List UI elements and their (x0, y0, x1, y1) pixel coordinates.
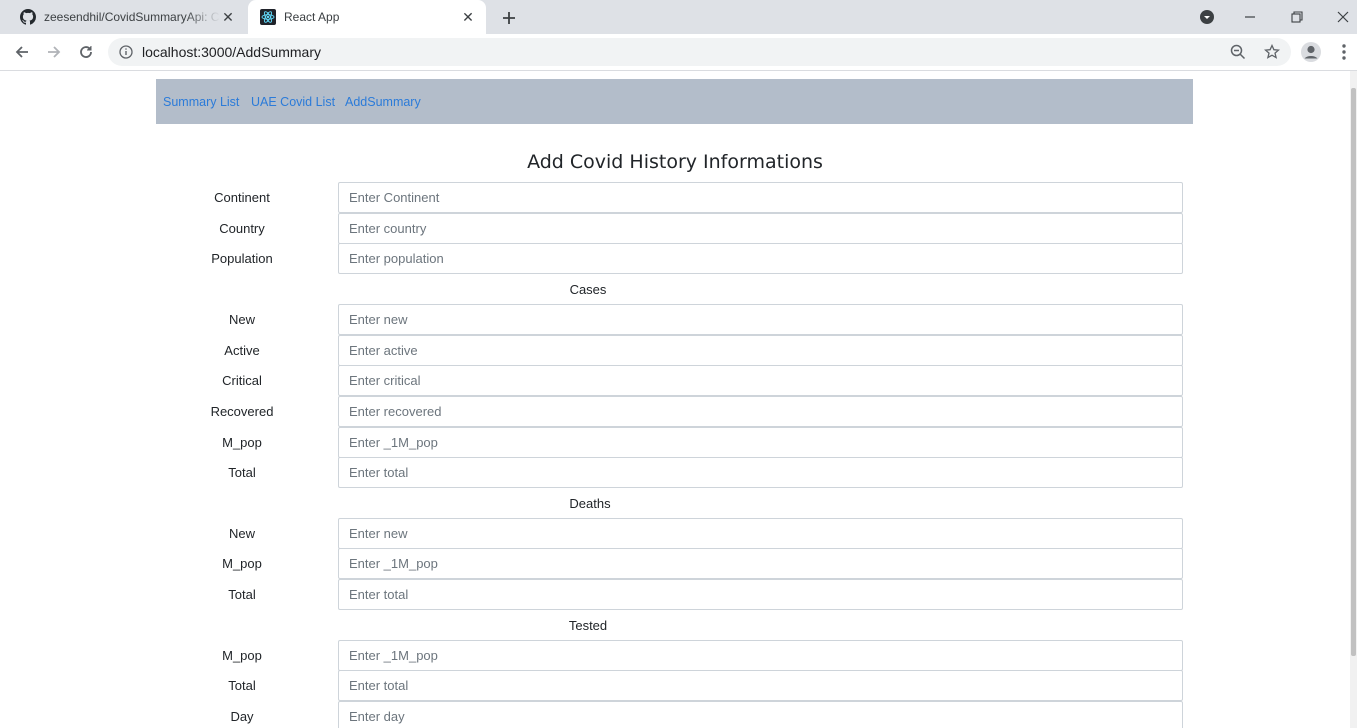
cases-total-input[interactable] (339, 458, 1169, 487)
nav-link-add-summary[interactable]: AddSummary (345, 95, 421, 109)
deaths-section-title: Deaths (569, 496, 611, 511)
deaths-mpop-field[interactable] (338, 548, 1183, 579)
scrollbar-thumb[interactable] (1351, 88, 1356, 656)
reload-icon[interactable] (74, 40, 98, 64)
tested-section-title: Tested (568, 618, 608, 633)
tab-github[interactable]: zeesendhil/CovidSummaryApi: Covid ✕ (8, 0, 246, 34)
continent-input[interactable] (339, 183, 1169, 212)
deaths-total-field[interactable] (338, 579, 1183, 610)
country-label: Country (219, 221, 265, 236)
population-input[interactable] (339, 244, 1169, 273)
close-window-icon[interactable] (1325, 0, 1357, 34)
nav-link-uae-covid-list[interactable]: UAE Covid List (251, 95, 335, 109)
info-icon[interactable] (116, 42, 136, 62)
cases-recovered-input[interactable] (339, 397, 1169, 426)
more-menu-icon[interactable] (1332, 40, 1356, 64)
population-field[interactable] (338, 243, 1183, 274)
tested-total-input[interactable] (339, 671, 1169, 700)
tab-title: zeesendhil/CovidSummaryApi: Covid (44, 10, 220, 24)
deaths-mpop-label: M_pop (222, 556, 262, 571)
address-bar[interactable]: localhost:3000/AddSummary (108, 38, 1291, 66)
cases-new-input[interactable] (339, 305, 1169, 334)
population-label: Population (211, 251, 273, 266)
tab-search-icon[interactable] (1196, 0, 1218, 34)
cases-mpop-field[interactable] (338, 427, 1183, 458)
cases-active-input[interactable] (339, 336, 1169, 365)
tested-day-label: Day (230, 709, 254, 724)
cases-active-label: Active (224, 343, 260, 358)
cases-critical-label: Critical (222, 373, 262, 388)
cases-mpop-input[interactable] (339, 428, 1169, 457)
close-icon[interactable]: ✕ (220, 9, 236, 25)
cases-recovered-field[interactable] (338, 396, 1183, 427)
tested-day-input[interactable] (339, 702, 1169, 728)
cases-new-field[interactable] (338, 304, 1183, 335)
tested-mpop-field[interactable] (338, 640, 1183, 671)
cases-total-field[interactable] (338, 457, 1183, 488)
tab-strip: zeesendhil/CovidSummaryApi: Covid ✕ Reac… (0, 0, 1357, 34)
country-input[interactable] (339, 214, 1169, 243)
tab-react-app[interactable]: React App ✕ (248, 0, 486, 34)
tested-total-field[interactable] (338, 670, 1183, 701)
continent-label: Continent (214, 190, 270, 205)
cases-mpop-label: M_pop (222, 435, 262, 450)
tested-day-field[interactable] (338, 701, 1183, 728)
profile-icon[interactable] (1299, 40, 1323, 64)
cases-new-label: New (228, 312, 255, 327)
minimize-icon[interactable] (1232, 0, 1268, 34)
cases-critical-input[interactable] (339, 366, 1169, 395)
deaths-total-input[interactable] (339, 580, 1169, 609)
page-viewport: Summary List UAE Covid List AddSummary A… (0, 71, 1350, 728)
tab-title: React App (284, 10, 340, 24)
continent-field[interactable] (338, 182, 1183, 213)
deaths-new-input[interactable] (339, 519, 1169, 548)
cases-total-label: Total (228, 465, 256, 480)
forward-icon[interactable] (42, 40, 66, 64)
star-icon[interactable] (1262, 42, 1282, 62)
country-field[interactable] (338, 213, 1183, 244)
tested-total-label: Total (228, 678, 256, 693)
deaths-mpop-input[interactable] (339, 549, 1169, 578)
cases-recovered-label: Recovered (210, 404, 274, 419)
react-icon (260, 9, 276, 25)
browser-toolbar: localhost:3000/AddSummary (0, 34, 1357, 71)
cases-section-title: Cases (569, 282, 607, 297)
cases-active-field[interactable] (338, 335, 1183, 366)
deaths-total-label: Total (228, 587, 256, 602)
url-text: localhost:3000/AddSummary (142, 44, 321, 60)
close-icon[interactable]: ✕ (460, 9, 476, 25)
zoom-icon[interactable] (1228, 42, 1248, 62)
deaths-new-field[interactable] (338, 518, 1183, 549)
restore-icon[interactable] (1279, 0, 1315, 34)
page-title: Add Covid History Informations (527, 151, 823, 173)
app-navbar: Summary List UAE Covid List AddSummary (156, 79, 1193, 124)
github-icon (20, 9, 36, 25)
new-tab-icon[interactable] (498, 7, 520, 29)
tested-mpop-input[interactable] (339, 641, 1169, 670)
back-icon[interactable] (10, 40, 34, 64)
cases-critical-field[interactable] (338, 365, 1183, 396)
deaths-new-label: New (228, 526, 255, 541)
tested-mpop-label: M_pop (222, 648, 262, 663)
nav-link-summary-list[interactable]: Summary List (163, 95, 239, 109)
